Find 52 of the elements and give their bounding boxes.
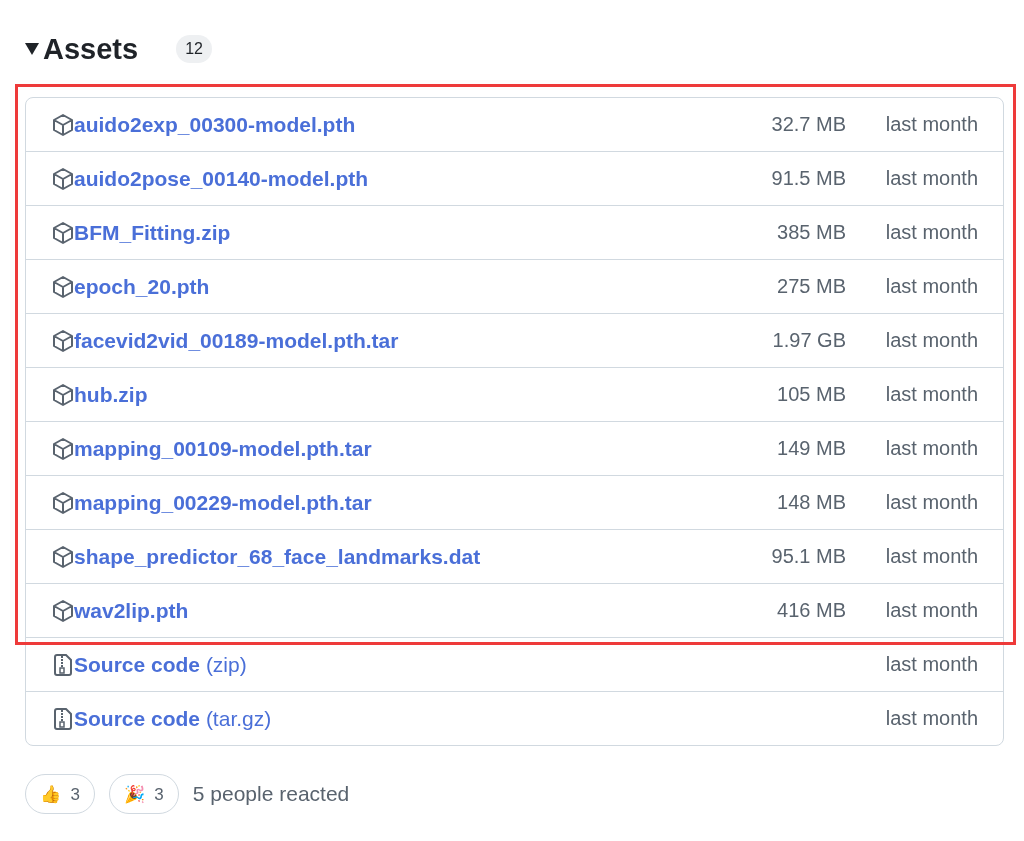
package-icon	[52, 328, 74, 353]
asset-link[interactable]: hub.zip	[74, 382, 148, 407]
upload-date: last month	[884, 599, 978, 622]
file-size: 148 MB	[777, 491, 846, 514]
file-size: 105 MB	[777, 383, 846, 406]
package-icon	[52, 112, 74, 137]
package-icon	[52, 382, 74, 407]
upload-date: last month	[884, 707, 978, 730]
upload-date: last month	[884, 113, 978, 136]
package-icon	[52, 544, 74, 569]
file-size: 416 MB	[777, 599, 846, 622]
file-size: 91.5 MB	[771, 167, 846, 190]
package-icon	[52, 436, 74, 461]
package-icon	[52, 274, 74, 299]
count-badge: 12	[176, 35, 212, 63]
upload-date: last month	[884, 491, 978, 514]
upload-date: last month	[884, 383, 978, 406]
package-icon	[52, 490, 74, 515]
asset-link[interactable]: auido2pose_00140-model.pth	[74, 166, 369, 191]
upload-date: last month	[884, 167, 978, 190]
zip-file-icon	[52, 652, 74, 677]
section-title: Assets	[43, 32, 139, 66]
asset-link[interactable]: shape_predictor_68_face_landmarks.dat	[74, 544, 481, 569]
file-size: 385 MB	[777, 221, 846, 244]
asset-link[interactable]: BFM_Fitting.zip	[74, 220, 231, 245]
asset-link[interactable]: mapping_00109-model.pth.tar	[74, 436, 372, 461]
asset-link[interactable]: epoch_20.pth	[74, 274, 210, 299]
upload-date: last month	[884, 329, 978, 352]
reaction-summary: 5 people reacted	[192, 782, 350, 806]
file-size: 32.7 MB	[771, 113, 846, 136]
asset-link[interactable]: auido2exp_00300-model.pth	[74, 112, 356, 137]
upload-date: last month	[884, 221, 978, 244]
caret-icon[interactable]	[25, 43, 39, 55]
asset-link[interactable]: Source code (zip)	[74, 652, 247, 677]
upload-date: last month	[884, 437, 978, 460]
upload-date: last month	[884, 275, 978, 298]
file-size: 149 MB	[777, 437, 846, 460]
package-icon	[52, 598, 74, 623]
upload-date: last month	[884, 653, 978, 676]
asset-link[interactable]: Source code (tar.gz)	[74, 706, 272, 731]
asset-link[interactable]: mapping_00229-model.pth.tar	[74, 490, 372, 515]
upload-date: last month	[884, 545, 978, 568]
package-icon	[52, 166, 74, 191]
asset-link[interactable]: facevid2vid_00189-model.pth.tar	[74, 328, 399, 353]
file-size: 1.97 GB	[772, 329, 846, 352]
file-size: 275 MB	[777, 275, 846, 298]
package-icon	[52, 220, 74, 245]
zip-file-icon	[52, 706, 74, 731]
reaction-button[interactable]: 🎉 3	[108, 774, 179, 814]
file-size: 95.1 MB	[771, 545, 846, 568]
reaction-button[interactable]: 👍 3	[25, 774, 95, 814]
asset-link[interactable]: wav2lip.pth	[74, 598, 189, 623]
